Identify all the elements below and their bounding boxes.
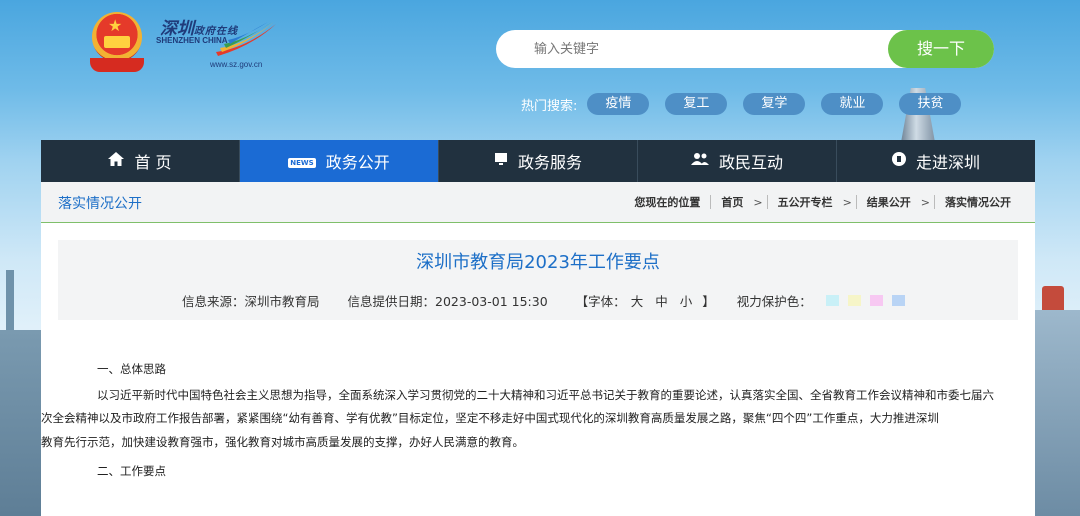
paragraph-line: 以习近平新时代中国特色社会主义思想为指导，全面系统深入学习贯彻党的二十大精神和习… xyxy=(97,387,994,402)
breadcrumb-divider xyxy=(934,195,935,209)
article-meta: 信息来源：深圳市教育局 信息提供日期：2023-03-01 15:30 【字体：… xyxy=(182,291,905,310)
news-icon: NEWS xyxy=(288,157,316,168)
eye-color-yellow[interactable] xyxy=(847,295,861,306)
home-icon xyxy=(108,152,125,170)
hot-search-label: 热门搜索: xyxy=(521,98,578,114)
search-input[interactable] xyxy=(534,38,864,60)
font-size-close: 】 xyxy=(702,294,715,309)
article-date: 信息提供日期：2023-03-01 15:30 xyxy=(347,294,548,309)
section-heading-1: 一、总体思路 xyxy=(97,362,166,376)
hot-tag-poverty-relief[interactable]: 扶贫 xyxy=(899,93,962,115)
breadcrumb-separator: > xyxy=(842,195,852,209)
article-body: 一、总体思路 以习近平新时代中国特色社会主义思想为指导，全面系统深入学习贯彻党的… xyxy=(41,358,1007,486)
nav-item-interaction[interactable]: 政民互动 xyxy=(638,140,837,182)
hot-tag-resume-work[interactable]: 复工 xyxy=(665,93,728,115)
paragraph-line: 教育先行示范，加快建设教育强市，强化教育对城市高质量发展的支撑，办好人民满意的教… xyxy=(41,434,524,449)
breadcrumb-results[interactable]: 结果公开 xyxy=(867,194,911,210)
eye-protect-label: 视力保护色： xyxy=(736,294,812,309)
nav-item-government-affairs[interactable]: NEWS 政务公开 xyxy=(240,140,439,182)
monitor-icon xyxy=(494,152,508,170)
font-size-medium[interactable]: 中 xyxy=(655,291,668,310)
hot-tag-employment[interactable]: 就业 xyxy=(821,93,884,115)
eye-color-pink[interactable] xyxy=(869,295,883,306)
article-header: 深圳市教育局2023年工作要点 信息来源：深圳市教育局 信息提供日期：2023-… xyxy=(58,240,1018,320)
search-box: 搜一下 xyxy=(496,30,994,68)
breadcrumb-five-public[interactable]: 五公开专栏 xyxy=(778,194,833,210)
nav-item-discover-shenzhen[interactable]: 走进深圳 xyxy=(837,140,1035,182)
content-panel: 落实情况公开 您现在的位置 首页 > 五公开专栏 > 结果公开 > 落实情况公开… xyxy=(41,182,1035,516)
hot-tag-resume-school[interactable]: 复学 xyxy=(743,93,806,115)
nav-item-label: 走进深圳 xyxy=(915,153,980,172)
section-title[interactable]: 落实情况公开 xyxy=(58,193,142,213)
nav-item-label: 政民互动 xyxy=(718,153,783,172)
font-size-label: 【字体： xyxy=(575,294,626,309)
main-nav: 首 页 NEWS 政务公开 政务服务 政民互动 走进深圳 xyxy=(41,140,1035,182)
nav-item-label: 政务公开 xyxy=(325,153,390,172)
breadcrumb-divider xyxy=(855,195,857,209)
city-icon xyxy=(891,152,906,170)
background-city-left xyxy=(0,270,42,516)
logo-swoosh-icon xyxy=(216,22,276,56)
eye-color-blue[interactable] xyxy=(891,295,905,306)
logo-url: www.sz.gov.cn xyxy=(210,60,263,69)
font-size-large[interactable]: 大 xyxy=(631,291,644,310)
hot-tag-epidemic[interactable]: 疫情 xyxy=(587,93,650,115)
font-size-small[interactable]: 小 xyxy=(680,291,693,310)
people-icon xyxy=(690,152,709,170)
hot-search-bar: 热门搜索: 疫情 复工 复学 就业 扶贫 xyxy=(521,93,977,115)
search-button[interactable]: 搜一下 xyxy=(888,30,994,68)
breadcrumb-separator: > xyxy=(753,195,763,209)
background-city-right xyxy=(1034,286,1080,516)
breadcrumb-separator: > xyxy=(920,195,930,209)
nav-item-government-services[interactable]: 政务服务 xyxy=(439,140,638,182)
paragraph-line: 次全会精神以及市政府工作报告部署，紧紧围绕“幼有善育、学有优教”目标定位，坚定不… xyxy=(41,411,939,425)
nav-item-home[interactable]: 首 页 xyxy=(41,140,240,182)
section-heading-2: 二、工作要点 xyxy=(97,464,166,478)
national-emblem: ★ xyxy=(86,10,148,74)
breadcrumb: 您现在的位置 首页 > 五公开专栏 > 结果公开 > 落实情况公开 xyxy=(624,194,1011,210)
breadcrumb-divider xyxy=(710,195,712,209)
site-logo[interactable]: 深圳政府在线 SHENZHEN CHINA www.sz.gov.cn xyxy=(156,14,280,74)
article-title: 深圳市教育局2023年工作要点 xyxy=(416,252,660,273)
nav-item-label: 政务服务 xyxy=(517,153,582,172)
breadcrumb-current[interactable]: 落实情况公开 xyxy=(945,194,1011,210)
section-header: 落实情况公开 您现在的位置 首页 > 五公开专栏 > 结果公开 > 落实情况公开 xyxy=(41,182,1035,223)
breadcrumb-home[interactable]: 首页 xyxy=(721,194,743,210)
eye-color-cyan[interactable] xyxy=(825,295,839,306)
breadcrumb-divider xyxy=(766,195,768,209)
article-source: 信息来源：深圳市教育局 xyxy=(182,294,320,309)
breadcrumb-label: 您现在的位置 xyxy=(634,196,701,209)
nav-item-label: 首 页 xyxy=(134,153,172,172)
